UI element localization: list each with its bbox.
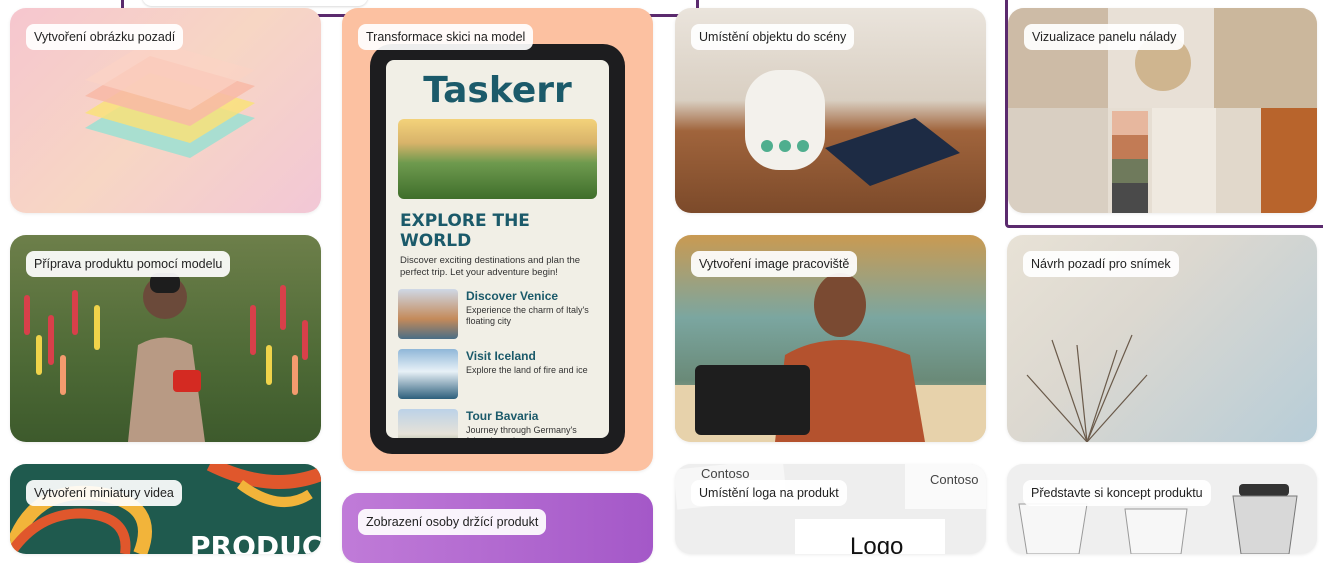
destination-desc: Journey through Germany's fairytale regi… (466, 425, 577, 438)
tablet-screen: Taskerr EXPLORE THE WORLD Discover excit… (386, 60, 609, 438)
blenders-photo (1018, 484, 1298, 554)
tile-label: Umístění loga na produkt (691, 480, 847, 506)
tile-sketch-to-model[interactable]: Taskerr EXPLORE THE WORLD Discover excit… (342, 8, 653, 471)
brand-text: Contoso (701, 466, 749, 481)
hero-landscape-image (398, 119, 597, 199)
destination-desc: Explore the land of fire and ice (466, 365, 588, 375)
destination-item: Tour Bavaria Journey through Germany's f… (398, 409, 595, 438)
destination-desc: Experience the charm of Italy's floating… (466, 305, 589, 326)
destination-item: Discover Venice Experience the charm of … (398, 289, 595, 339)
destination-name: Visit Iceland (466, 349, 536, 363)
tile-label: Vytvoření obrázku pozadí (26, 24, 184, 50)
tile-label: Zobrazení osoby držící produkt (358, 509, 547, 535)
tile-label: Vytvoření image pracoviště (691, 251, 858, 277)
bavaria-thumbnail (398, 409, 458, 438)
destination-name: Tour Bavaria (466, 409, 539, 423)
mockup-subline: Discover exciting destinations and plan … (400, 255, 581, 278)
tile-label: Představte si koncept produktu (1023, 480, 1211, 506)
destination-name: Discover Venice (466, 289, 559, 303)
tile-logo-on-product[interactable]: Contoso Contoso Logo Umístění loga na pr… (675, 464, 986, 554)
tile-video-thumbnail[interactable]: PRODUCT Vytvoření miniatury videa (10, 464, 321, 554)
tablet-mockup: Taskerr EXPLORE THE WORLD Discover excit… (370, 44, 625, 454)
tile-label: Vytvoření miniatury videa (26, 480, 182, 506)
tile-slide-background[interactable]: Návrh pozadí pro snímek (1007, 235, 1317, 442)
tile-label: Příprava produktu pomocí modelu (26, 251, 231, 277)
tile-background-image[interactable]: Vytvoření obrázku pozadí (10, 8, 321, 213)
tile-person-holding-product[interactable]: Zobrazení osoby držící produkt (342, 493, 653, 563)
app-title: Taskerr (423, 70, 572, 111)
thumbnail-swirl-art: PRODUCT (10, 464, 321, 554)
tile-label: Umístění objektu do scény (691, 24, 855, 50)
branded-cards-photo: Contoso Contoso Logo (675, 464, 986, 554)
venice-thumbnail (398, 289, 458, 339)
thumbnail-big-text: PRODUCT (190, 530, 321, 554)
tile-moodboard[interactable]: Vizualizace panelu nálady (1008, 8, 1317, 213)
destination-item: Visit Iceland Explore the land of fire a… (398, 349, 595, 399)
iceland-thumbnail (398, 349, 458, 399)
tile-label: Návrh pozadí pro snímek (1023, 251, 1179, 277)
tile-label: Transformace skici na model (358, 24, 534, 50)
tile-workplace-image[interactable]: Vytvoření image pracoviště (675, 235, 986, 442)
tile-product-model[interactable]: Příprava produktu pomocí modelu (10, 235, 321, 442)
logo-text: Logo (850, 533, 903, 554)
tile-product-concept[interactable]: Představte si koncept produktu (1007, 464, 1317, 554)
tile-object-in-scene[interactable]: Umístění objektu do scény (675, 8, 986, 213)
tile-label: Vizualizace panelu nálady (1024, 24, 1185, 50)
brand-text: Contoso (930, 472, 978, 487)
mockup-headline: EXPLORE THE WORLD (400, 211, 530, 251)
